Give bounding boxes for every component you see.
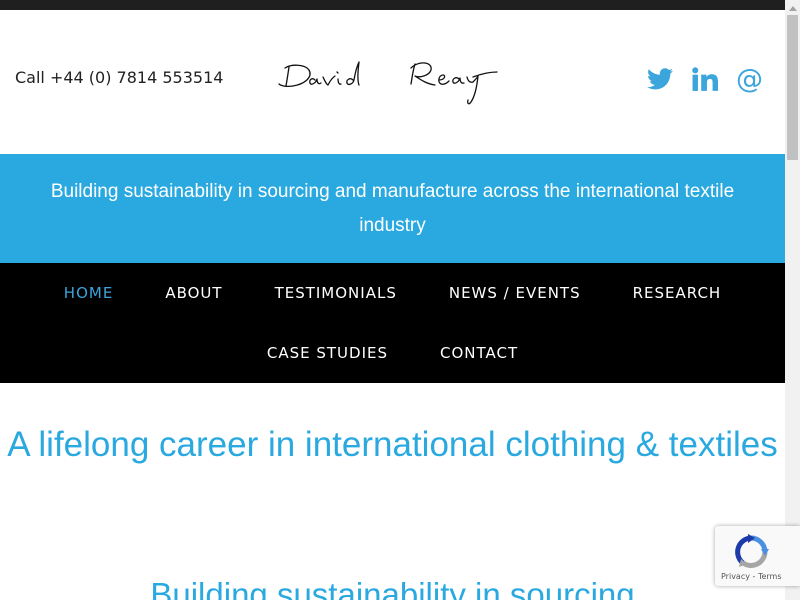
nav-item-contact[interactable]: CONTACT <box>440 344 518 362</box>
page-subheadline: Building sustainability in sourcing <box>150 576 635 600</box>
signature-logo-icon <box>278 61 498 105</box>
nav-row-1: HOME ABOUT TESTIMONIALS NEWS / EVENTS RE… <box>0 263 785 323</box>
recaptcha-icon <box>735 534 769 569</box>
top-bar <box>0 0 785 10</box>
scroll-up-arrow-icon[interactable] <box>785 0 800 15</box>
recaptcha-terms-link[interactable]: Terms <box>758 572 782 581</box>
vertical-scrollbar[interactable] <box>785 0 800 600</box>
nav-item-home[interactable]: HOME <box>64 284 114 302</box>
page: Call +44 (0) 7814 553514 @ Building sust… <box>0 0 785 600</box>
twitter-icon[interactable] <box>646 64 673 94</box>
recaptcha-badge[interactable]: Privacy - Terms <box>715 526 800 586</box>
nav-item-news-events[interactable]: NEWS / EVENTS <box>449 284 581 302</box>
linkedin-icon[interactable] <box>691 64 718 94</box>
email-at-icon[interactable]: @ <box>736 64 763 94</box>
nav-item-case-studies[interactable]: CASE STUDIES <box>267 344 388 362</box>
main-navigation: HOME ABOUT TESTIMONIALS NEWS / EVENTS RE… <box>0 263 785 383</box>
tagline-banner: Building sustainability in sourcing and … <box>0 154 785 263</box>
nav-item-research[interactable]: RESEARCH <box>633 284 722 302</box>
recaptcha-separator: - <box>749 572 758 581</box>
nav-item-testimonials[interactable]: TESTIMONIALS <box>275 284 397 302</box>
recaptcha-privacy-link[interactable]: Privacy <box>721 572 750 581</box>
page-headline: A lifelong career in international cloth… <box>7 425 778 464</box>
nav-row-2: CASE STUDIES CONTACT <box>0 323 785 383</box>
site-logo[interactable] <box>275 50 515 110</box>
site-header: Call +44 (0) 7814 553514 @ <box>0 10 785 154</box>
social-links: @ <box>646 64 763 94</box>
scrollbar-thumb[interactable] <box>787 15 798 160</box>
nav-item-about[interactable]: ABOUT <box>165 284 222 302</box>
recaptcha-links: Privacy - Terms <box>721 572 782 581</box>
phone-number[interactable]: Call +44 (0) 7814 553514 <box>15 68 223 87</box>
main-content: A lifelong career in international cloth… <box>0 383 785 600</box>
tagline-text: Building sustainability in sourcing and … <box>50 180 735 236</box>
